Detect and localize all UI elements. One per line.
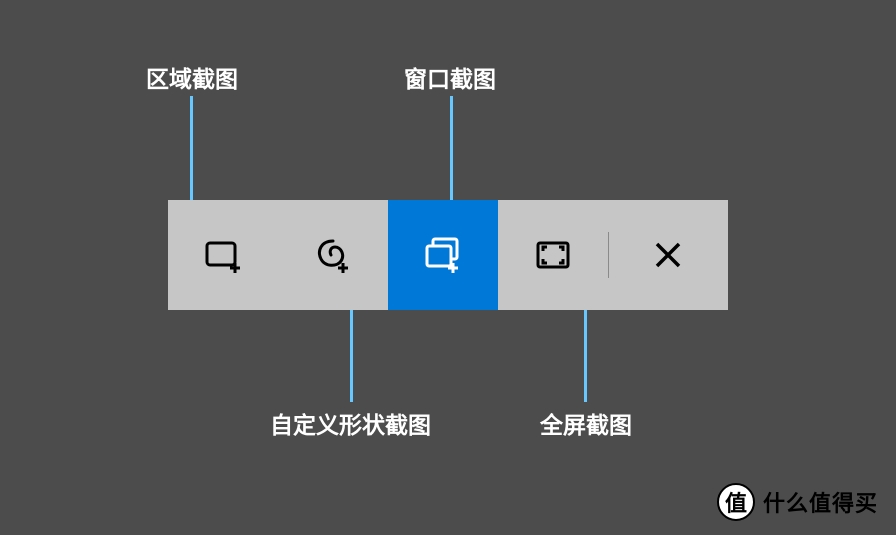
window-snip-button[interactable]	[388, 200, 498, 310]
fullscreen-icon	[533, 235, 573, 275]
watermark-badge: 值	[717, 483, 755, 521]
snip-toolbar	[168, 200, 728, 310]
close-button[interactable]	[609, 200, 727, 310]
freeform-snip-button[interactable]	[278, 200, 388, 310]
freeform-plus-icon	[311, 233, 355, 277]
label-region-capture: 区域截图	[146, 60, 238, 94]
label-window-capture: 窗口截图	[404, 60, 496, 94]
window-plus-icon	[420, 232, 466, 278]
rectangle-plus-icon	[201, 233, 245, 277]
watermark: 值 什么值得买	[717, 483, 878, 521]
label-freeform-capture: 自定义形状截图	[270, 406, 431, 440]
fullscreen-snip-button[interactable]	[498, 200, 608, 310]
annotated-screenshot-stage: 区域截图 窗口截图 自定义形状截图 全屏截图	[0, 0, 896, 535]
watermark-text: 什么值得买	[763, 486, 878, 518]
region-snip-button[interactable]	[168, 200, 278, 310]
close-icon	[653, 240, 683, 270]
label-fullscreen-capture: 全屏截图	[540, 406, 632, 440]
